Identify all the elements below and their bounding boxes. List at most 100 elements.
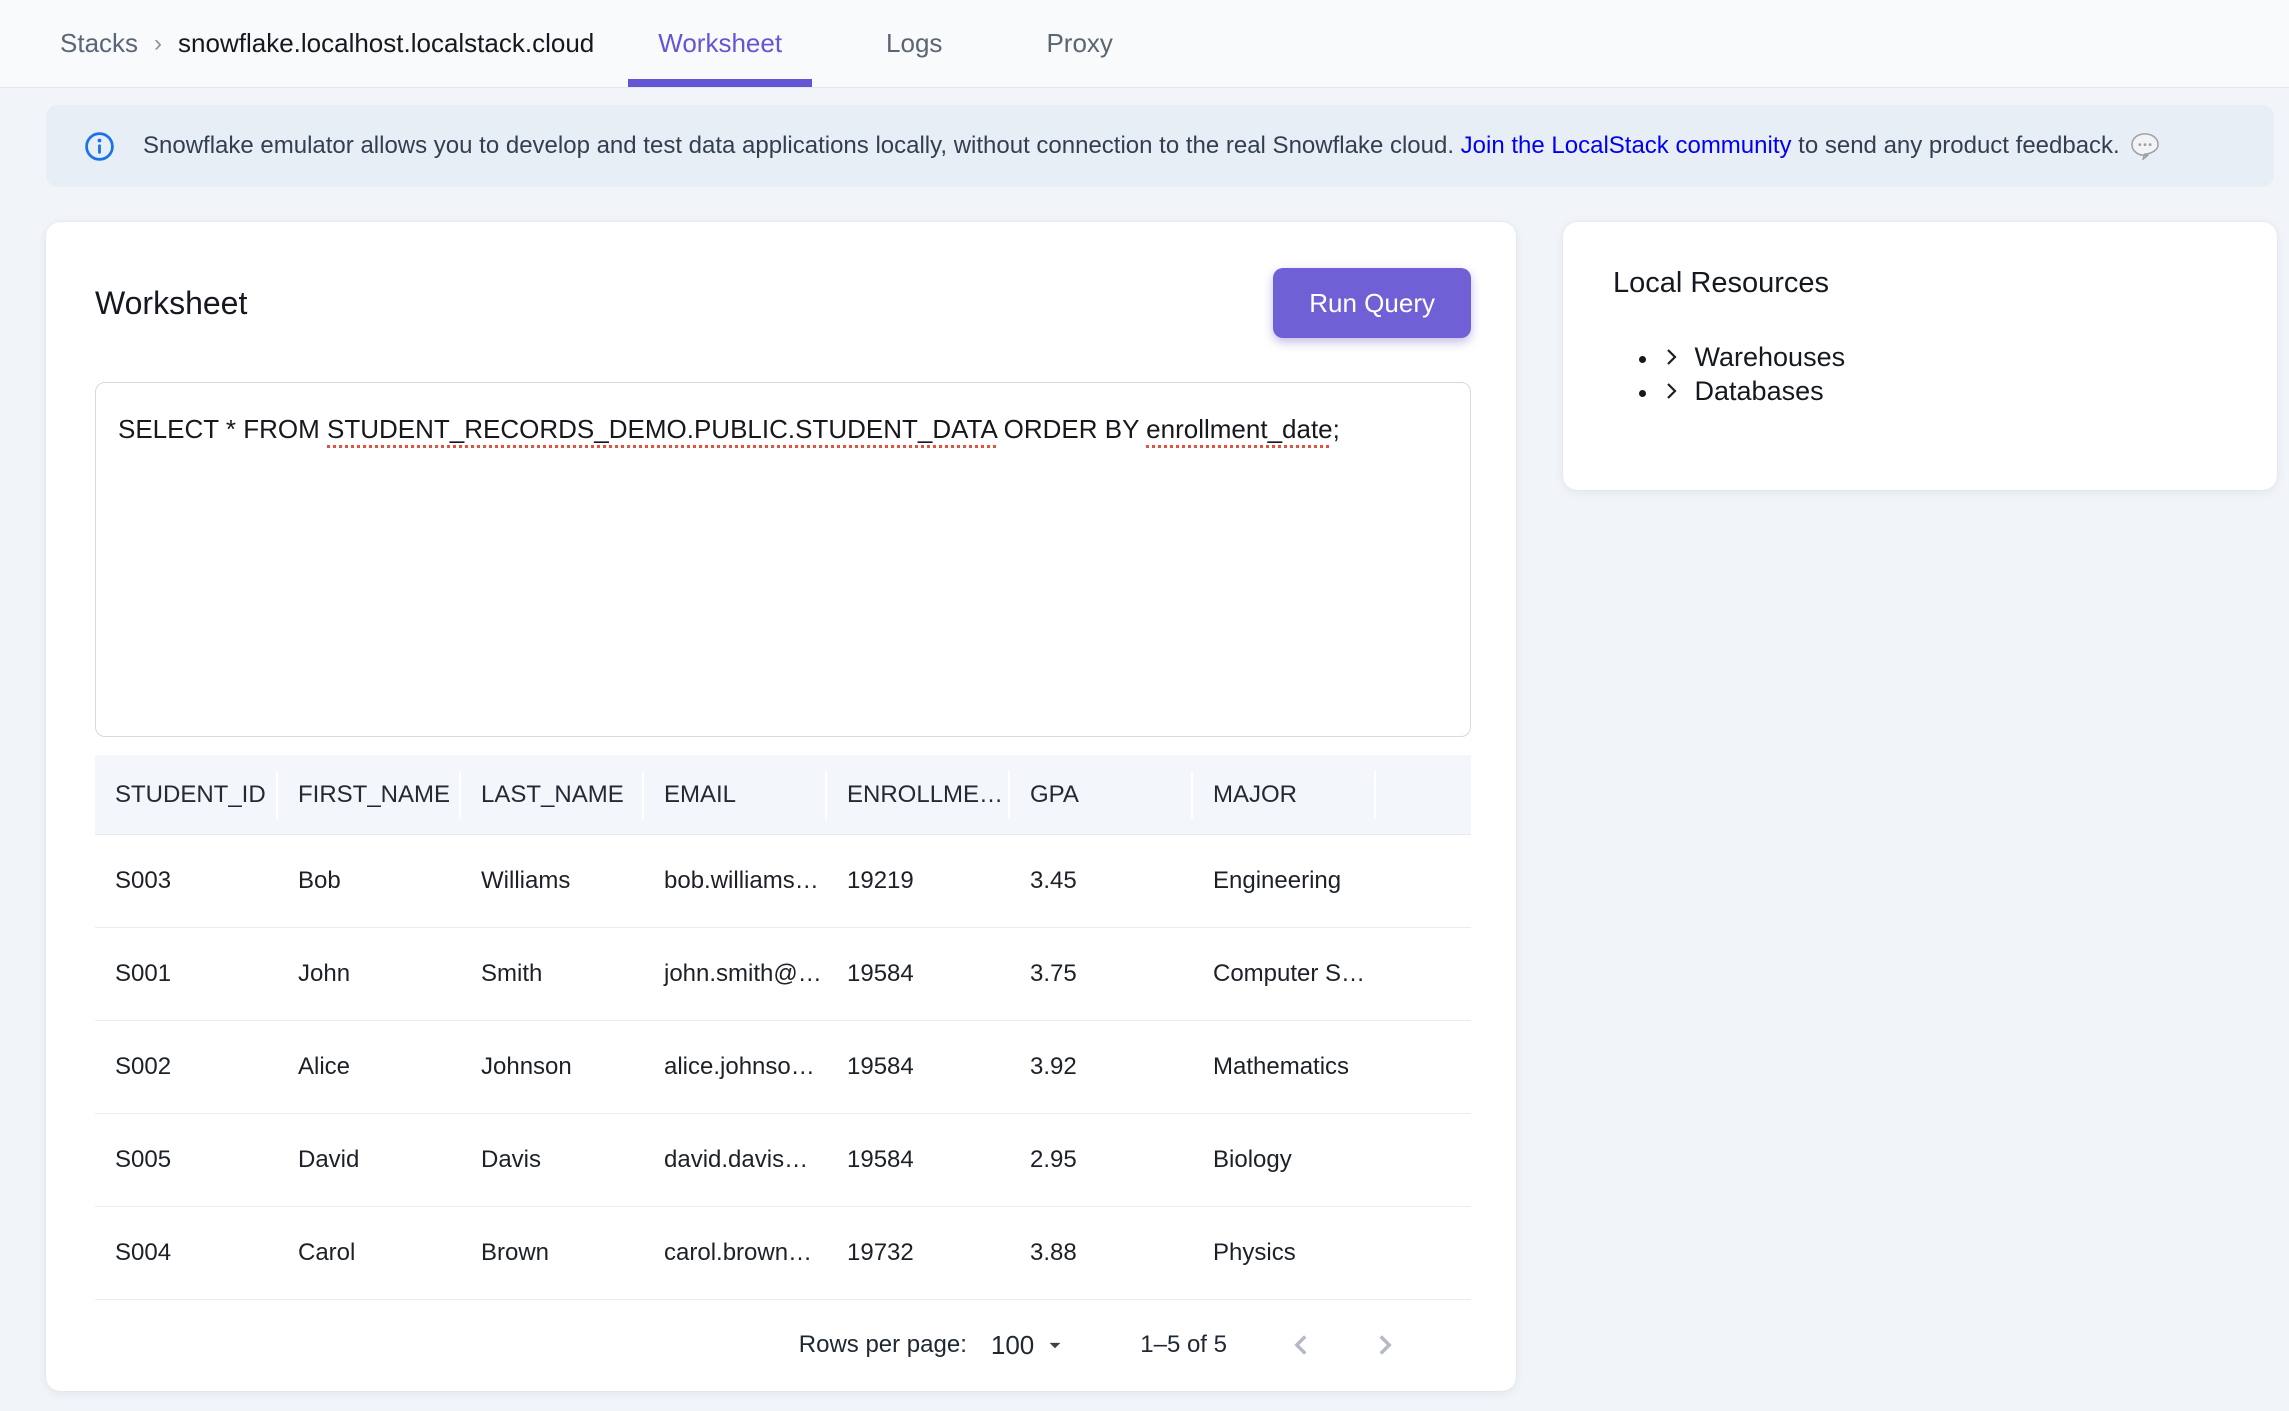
results-table: STUDENT_ID FIRST_NAME LAST_NAME EMAIL EN… <box>95 755 1471 1390</box>
table-cell[interactable]: S001 <box>95 928 278 1020</box>
table-row: S003BobWilliamsbob.williams…192193.45Eng… <box>95 835 1471 928</box>
caret-down-icon <box>1042 1332 1068 1358</box>
resources-list: Warehouses Databases <box>1613 340 2237 408</box>
chevron-right-icon <box>1368 1328 1402 1362</box>
column-header-label: LAST_NAME <box>481 781 624 809</box>
column-header[interactable]: MAJOR <box>1193 755 1376 834</box>
table-cell[interactable]: 19732 <box>827 1207 1010 1299</box>
tabs: Worksheet Logs Proxy <box>628 0 1143 87</box>
next-page-button[interactable] <box>1361 1321 1409 1369</box>
table-cell[interactable]: John <box>278 928 461 1020</box>
chevron-left-icon <box>1284 1328 1318 1362</box>
table-cell[interactable]: Bob <box>278 835 461 927</box>
table-row: S001JohnSmithjohn.smith@…195843.75Comput… <box>95 928 1471 1021</box>
sql-identifier: enrollment_date <box>1146 414 1332 444</box>
sql-text: ; <box>1333 414 1340 444</box>
breadcrumb-stacks[interactable]: Stacks <box>60 28 138 59</box>
community-link[interactable]: Join the LocalStack community <box>1461 132 1792 160</box>
table-cell[interactable]: S004 <box>95 1207 278 1299</box>
column-separator <box>1374 771 1376 819</box>
rows-per-page-select[interactable]: 100 <box>991 1330 1068 1361</box>
sql-text: SELECT * FROM <box>118 414 327 444</box>
table-cell[interactable]: Carol <box>278 1207 461 1299</box>
table-row: S004CarolBrowncarol.brown…197323.88Physi… <box>95 1207 1471 1300</box>
run-query-button[interactable]: Run Query <box>1273 268 1471 338</box>
tab-logs[interactable]: Logs <box>856 0 972 87</box>
table-cell[interactable]: david.davis… <box>644 1114 827 1206</box>
column-header[interactable]: LAST_NAME <box>461 755 644 834</box>
table-row: S002AliceJohnsonalice.johnso…195843.92Ma… <box>95 1021 1471 1114</box>
table-cell[interactable]: Williams <box>461 835 644 927</box>
table-cell[interactable]: Smith <box>461 928 644 1020</box>
page: Stacks › snowflake.localhost.localstack.… <box>0 0 2289 1411</box>
column-header[interactable]: FIRST_NAME <box>278 755 461 834</box>
table-cell[interactable]: john.smith@… <box>644 928 827 1020</box>
top-bar: Stacks › snowflake.localhost.localstack.… <box>0 0 2289 88</box>
column-header[interactable]: EMAIL <box>644 755 827 834</box>
table-cell[interactable]: Mathematics <box>1193 1021 1376 1113</box>
table-cell[interactable]: 19219 <box>827 835 1010 927</box>
speech-balloon-icon <box>2130 132 2160 160</box>
table-cell[interactable]: 3.45 <box>1010 835 1193 927</box>
table-cell[interactable]: David <box>278 1114 461 1206</box>
column-header[interactable]: ENROLLME… <box>827 755 1010 834</box>
banner-text-after: to send any product feedback. <box>1792 132 2120 160</box>
worksheet-header: Worksheet Run Query <box>46 222 1516 338</box>
sql-identifier: STUDENT_RECORDS_DEMO.PUBLIC.STUDENT_DATA <box>327 414 996 444</box>
worksheet-panel: Worksheet Run Query SELECT * FROM STUDEN… <box>46 222 1516 1391</box>
column-header-label: FIRST_NAME <box>298 781 450 809</box>
table-cell[interactable]: Physics <box>1193 1207 1376 1299</box>
banner-text: Snowflake emulator allows you to develop… <box>143 132 1461 160</box>
table-cell[interactable]: 19584 <box>827 1114 1010 1206</box>
table-cell[interactable]: carol.brown… <box>644 1207 827 1299</box>
sql-text: ORDER BY <box>996 414 1146 444</box>
column-header-label: GPA <box>1030 781 1079 809</box>
breadcrumb-separator-icon: › <box>154 30 162 58</box>
info-banner: Snowflake emulator allows you to develop… <box>46 105 2274 187</box>
table-header-row: STUDENT_ID FIRST_NAME LAST_NAME EMAIL EN… <box>95 755 1471 835</box>
page-range-label: 1–5 of 5 <box>1140 1331 1227 1359</box>
table-cell[interactable]: S003 <box>95 835 278 927</box>
table-cell[interactable]: Johnson <box>461 1021 644 1113</box>
resources-title: Local Resources <box>1613 267 2237 300</box>
tab-label: Worksheet <box>658 28 782 59</box>
column-header-label: EMAIL <box>664 781 736 809</box>
column-header-label: MAJOR <box>1213 781 1297 809</box>
table-cell[interactable]: Engineering <box>1193 835 1376 927</box>
resource-item-databases[interactable]: Databases <box>1659 374 2237 408</box>
page-title: Worksheet <box>95 285 247 322</box>
column-header-label: ENROLLME… <box>847 781 1003 809</box>
table-cell[interactable]: Alice <box>278 1021 461 1113</box>
table-cell[interactable]: Biology <box>1193 1114 1376 1206</box>
table-cell[interactable]: Brown <box>461 1207 644 1299</box>
chevron-right-icon <box>1659 345 1683 369</box>
column-header[interactable]: GPA <box>1010 755 1193 834</box>
active-tab-indicator <box>628 79 812 87</box>
table-cell[interactable]: S005 <box>95 1114 278 1206</box>
table-cell[interactable]: Computer S… <box>1193 928 1376 1020</box>
tab-label: Logs <box>886 28 942 59</box>
table-cell[interactable]: bob.williams… <box>644 835 827 927</box>
resource-item-label: Warehouses <box>1695 342 1846 372</box>
resource-item-warehouses[interactable]: Warehouses <box>1659 340 2237 374</box>
table-cell[interactable]: 19584 <box>827 1021 1010 1113</box>
sql-editor[interactable]: SELECT * FROM STUDENT_RECORDS_DEMO.PUBLI… <box>95 382 1471 737</box>
table-cell[interactable]: Davis <box>461 1114 644 1206</box>
info-icon <box>84 131 115 162</box>
pagination-bar: Rows per page: 100 1–5 of 5 <box>95 1300 1471 1390</box>
table-row: S005DavidDavisdavid.davis…195842.95Biolo… <box>95 1114 1471 1207</box>
column-header[interactable]: STUDENT_ID <box>95 755 278 834</box>
tab-proxy[interactable]: Proxy <box>1016 0 1142 87</box>
table-cell[interactable]: 2.95 <box>1010 1114 1193 1206</box>
table-cell[interactable]: 19584 <box>827 928 1010 1020</box>
breadcrumb: Stacks › snowflake.localhost.localstack.… <box>60 0 594 87</box>
tab-worksheet[interactable]: Worksheet <box>628 0 812 87</box>
table-cell[interactable]: 3.92 <box>1010 1021 1193 1113</box>
table-body: S003BobWilliamsbob.williams…192193.45Eng… <box>95 835 1471 1300</box>
table-cell[interactable]: alice.johnso… <box>644 1021 827 1113</box>
rows-per-page-label: Rows per page: <box>799 1331 967 1359</box>
table-cell[interactable]: 3.75 <box>1010 928 1193 1020</box>
table-cell[interactable]: 3.88 <box>1010 1207 1193 1299</box>
table-cell[interactable]: S002 <box>95 1021 278 1113</box>
previous-page-button[interactable] <box>1277 1321 1325 1369</box>
